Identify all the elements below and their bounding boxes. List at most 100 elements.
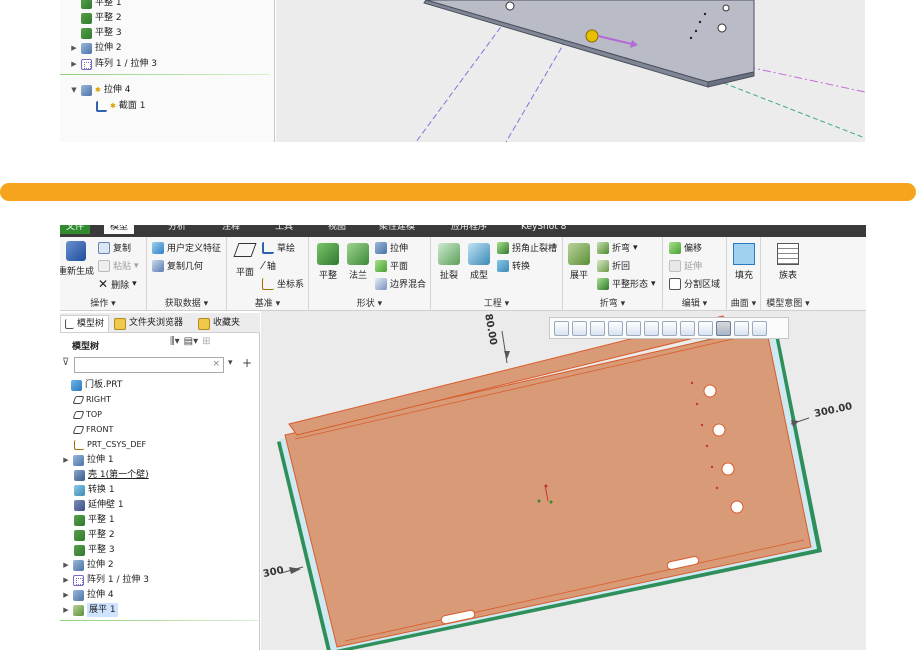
group-label-editing[interactable]: 编辑 ▾ xyxy=(663,296,726,309)
group-label-datum[interactable]: 基准 ▾ xyxy=(227,296,308,309)
tab-flexible-modeling[interactable]: 柔性建模 xyxy=(373,225,421,234)
flat-button[interactable]: 平整 xyxy=(313,243,343,281)
tab-applications[interactable]: 应用程序 xyxy=(445,225,493,234)
tab-annotate[interactable]: 注释 xyxy=(216,225,246,234)
tree-item-pattern-1[interactable]: ▶ 阵列 1 / 拉伸 3 xyxy=(62,573,149,587)
zoom-in-icon[interactable] xyxy=(572,320,587,336)
tree-columns-icon[interactable]: ⊞ xyxy=(202,336,210,347)
family-table-button[interactable]: 族表 xyxy=(771,243,805,281)
copy-button[interactable]: 复制 xyxy=(98,241,131,254)
expand-icon[interactable]: ▶ xyxy=(62,588,70,602)
tab-analysis[interactable]: 分析 xyxy=(162,225,192,234)
rip-button[interactable]: 扯裂 xyxy=(435,243,463,281)
tree-item-extend-wall-1[interactable]: 延伸壁 1 xyxy=(74,498,124,512)
tree-item-part[interactable]: 门板.PRT xyxy=(60,378,122,392)
csys-button[interactable]: 坐标系 xyxy=(262,277,304,290)
convert-button[interactable]: 转换 xyxy=(497,259,530,272)
user-defined-feature-button[interactable]: 用户定义特征 xyxy=(152,241,221,254)
tree-item-unbend-1[interactable]: ▶ 展平 1 xyxy=(62,603,118,617)
bend-button[interactable]: 折弯 ▾ xyxy=(597,241,638,254)
extrude-button[interactable]: 拉伸 xyxy=(375,241,408,254)
expand-icon[interactable]: ▶ xyxy=(70,57,78,71)
boundary-blend-button[interactable]: 边界混合 xyxy=(375,277,426,290)
refit-icon[interactable] xyxy=(554,320,569,336)
group-label-surfaces[interactable]: 曲面 ▾ xyxy=(727,296,760,309)
regenerate-button[interactable]: 重新生成 xyxy=(60,241,98,277)
tree-item-flat-3[interactable]: 平整 3 xyxy=(74,543,115,557)
form-button[interactable]: 成型 xyxy=(465,243,493,281)
tree-search-box[interactable]: × xyxy=(74,357,224,373)
tree-item-flat-3[interactable]: 平整 3 xyxy=(70,26,122,40)
tree-item-flat-2[interactable]: 平整 2 xyxy=(74,528,115,542)
tree-search-input[interactable] xyxy=(75,358,205,372)
clear-icon[interactable]: × xyxy=(212,359,220,369)
tree-item-section-1[interactable]: ✱ 截面 1 xyxy=(96,99,145,113)
add-icon[interactable]: + xyxy=(242,356,252,370)
tree-item-extrude-4[interactable]: ▶ 拉伸 4 xyxy=(62,588,114,602)
tree-item-extrude-2[interactable]: ▶ 拉伸 2 xyxy=(70,41,122,55)
top-graphics-window[interactable] xyxy=(276,0,866,143)
offset-button[interactable]: 偏移 xyxy=(669,241,702,254)
datum-plane-button[interactable]: 平面 xyxy=(230,243,260,278)
tab-keyshot[interactable]: KeyShot 8 xyxy=(515,225,572,234)
tab-favorites[interactable]: 收藏夹 xyxy=(194,315,244,332)
expand-icon[interactable]: ▶ xyxy=(62,453,70,467)
group-label-shapes[interactable]: 形状 ▾ xyxy=(309,296,430,309)
tree-item-top[interactable]: TOP xyxy=(72,408,102,422)
tree-item-pattern-1[interactable]: ▶ 阵列 1 / 拉伸 3 xyxy=(70,57,157,71)
collapse-icon[interactable]: ▼ xyxy=(70,83,78,97)
tree-item-extrude-4[interactable]: ▼ ✱ 拉伸 4 xyxy=(70,83,130,97)
annotation-display-icon[interactable] xyxy=(734,320,749,336)
group-label-bends[interactable]: 折弯 ▾ xyxy=(563,296,662,309)
group-label-get-data[interactable]: 获取数据 ▾ xyxy=(147,296,226,309)
tree-item-convert-1[interactable]: 转换 1 xyxy=(74,483,115,497)
planar-button[interactable]: 平面 xyxy=(375,259,408,272)
flatten-form-button[interactable]: 平整形态 ▾ xyxy=(597,277,656,290)
repaint-icon[interactable] xyxy=(608,320,623,336)
tree-item-flat-2[interactable]: 平整 2 xyxy=(70,11,122,25)
tree-filter-icon[interactable]: ⫼▾ xyxy=(170,336,180,347)
spin-center-icon[interactable] xyxy=(716,320,731,336)
tab-view[interactable]: 视图 xyxy=(322,225,352,234)
axis-button[interactable]: ⁄ 轴 xyxy=(262,259,276,272)
expand-icon[interactable]: ▶ xyxy=(62,573,70,587)
zoom-out-icon[interactable] xyxy=(590,320,605,336)
tab-tools[interactable]: 工具 xyxy=(269,225,299,234)
appearance-icon[interactable] xyxy=(752,320,767,336)
tab-file[interactable]: 文件 xyxy=(60,225,91,234)
tree-item-csys[interactable]: PRT_CSYS_DEF xyxy=(74,438,146,452)
tree-item-flat-1[interactable]: 平整 1 xyxy=(70,0,122,10)
split-region-button[interactable]: 分割区域 xyxy=(669,277,720,290)
paste-button[interactable]: 粘贴 ▾ xyxy=(98,259,139,272)
filter-funnel-icon[interactable]: ⊽ xyxy=(62,357,69,368)
extend-button[interactable]: 延伸 xyxy=(669,259,702,272)
fill-button[interactable]: 填充 xyxy=(729,243,759,281)
corner-relief-button[interactable]: 拐角止裂槽 xyxy=(497,241,557,254)
delete-button[interactable]: ✕ 删除 ▾ xyxy=(98,277,137,291)
group-label-operations[interactable]: 操作 ▾ xyxy=(60,296,146,309)
group-label-model-intent[interactable]: 模型意图 ▾ xyxy=(761,296,815,309)
perspective-icon[interactable] xyxy=(680,320,695,336)
group-label-engineering[interactable]: 工程 ▾ xyxy=(431,296,562,309)
expand-icon[interactable]: ▶ xyxy=(62,558,70,572)
expand-icon[interactable]: ▶ xyxy=(70,41,78,55)
search-dropdown-icon[interactable]: ▾ xyxy=(228,358,233,368)
tree-item-front[interactable]: FRONT xyxy=(72,423,113,437)
tree-settings-icon[interactable]: ▤▾ xyxy=(184,336,198,347)
tab-model[interactable]: 模型 xyxy=(104,225,135,234)
tree-item-shell-1[interactable]: 壳 1(第一个壁) xyxy=(74,468,149,482)
unbend-button[interactable]: 展平 xyxy=(565,243,593,281)
tab-model-tree[interactable]: 模型树 xyxy=(60,315,110,332)
display-style-icon[interactable] xyxy=(626,320,641,336)
saved-orientations-icon[interactable] xyxy=(644,320,659,336)
flange-button[interactable]: 法兰 xyxy=(343,243,373,281)
tree-item-right[interactable]: RIGHT xyxy=(72,393,111,407)
tree-item-extrude-2[interactable]: ▶ 拉伸 2 xyxy=(62,558,114,572)
expand-icon[interactable]: ▶ xyxy=(62,603,70,617)
view-manager-icon[interactable] xyxy=(662,320,677,336)
bend-back-button[interactable]: 折回 xyxy=(597,259,630,272)
graphics-window[interactable]: 80.00 300.00 300 xyxy=(261,311,866,650)
tree-item-flat-1[interactable]: 平整 1 xyxy=(74,513,115,527)
datum-display-icon[interactable] xyxy=(698,320,713,336)
sketch-button[interactable]: 草绘 xyxy=(262,241,295,254)
